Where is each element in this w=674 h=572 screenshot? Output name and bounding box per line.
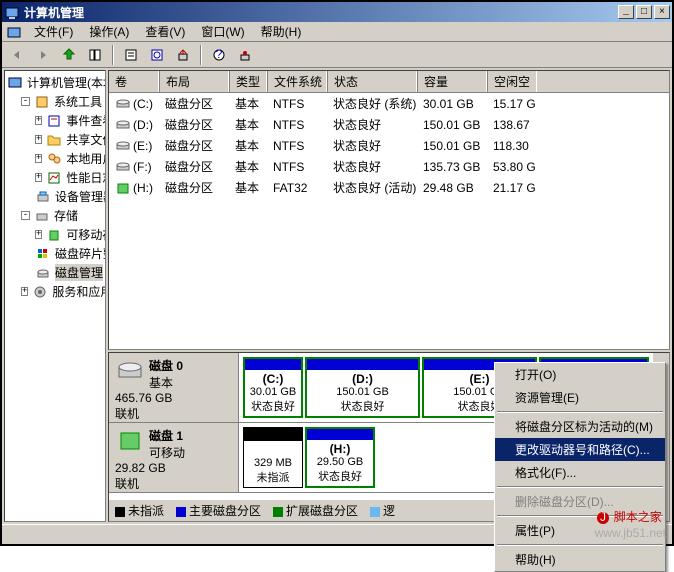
disk-info[interactable]: 磁盘 0基本465.76 GB联机	[109, 353, 239, 422]
titlebar: 计算机管理 _ □ ×	[2, 2, 672, 22]
col-freespace[interactable]: 空闲空	[487, 71, 537, 92]
settings-button[interactable]	[234, 44, 256, 66]
volume-row[interactable]: (F:)磁盘分区基本NTFS状态良好135.73 GB53.80 G	[109, 156, 669, 177]
menu-help[interactable]: 帮助(H)	[253, 21, 310, 42]
col-capacity[interactable]: 容量	[417, 71, 487, 92]
col-status[interactable]: 状态	[327, 71, 417, 92]
defrag-icon	[35, 246, 51, 262]
menu-window[interactable]: 窗口(W)	[193, 21, 252, 42]
perflog-icon	[46, 170, 62, 186]
tree-services[interactable]: + 服务和应用程序	[7, 282, 103, 301]
col-filesystem[interactable]: 文件系统	[267, 71, 327, 92]
minimize-button[interactable]: _	[618, 5, 634, 19]
tree-removable[interactable]: + 可移动存储	[7, 225, 103, 244]
cm-help[interactable]: 帮助(H)	[495, 548, 665, 571]
volume-row[interactable]: (D:)磁盘分区基本NTFS状态良好150.01 GB138.67	[109, 114, 669, 135]
tree-perflog[interactable]: + 性能日志和警报	[7, 168, 103, 187]
tree-diskmgmt[interactable]: 磁盘管理	[7, 263, 103, 282]
folder-icon	[46, 132, 62, 148]
back-button[interactable]	[6, 44, 28, 66]
tree-root[interactable]: 计算机管理(本地)	[7, 73, 103, 92]
menubar: 文件(F) 操作(A) 查看(V) 窗口(W) 帮助(H)	[2, 22, 672, 42]
col-volume[interactable]: 卷	[109, 71, 159, 92]
expand-icon[interactable]: +	[35, 154, 42, 163]
expand-icon[interactable]: +	[21, 287, 28, 296]
partition[interactable]: (D:)150.01 GB状态良好	[305, 357, 420, 418]
cm-explore[interactable]: 资源管理(E)	[495, 386, 665, 409]
partition[interactable]: (C:)30.01 GB状态良好	[243, 357, 303, 418]
tools-icon	[34, 94, 50, 110]
export-button[interactable]	[172, 44, 194, 66]
forward-button[interactable]	[32, 44, 54, 66]
tree-shared[interactable]: + 共享文件夹	[7, 130, 103, 149]
tree-eventviewer[interactable]: + 事件查看器	[7, 111, 103, 130]
expand-icon[interactable]: +	[35, 116, 42, 125]
properties-button[interactable]	[120, 44, 142, 66]
diskmgmt-icon	[35, 265, 51, 281]
tree-users[interactable]: + 本地用户和组	[7, 149, 103, 168]
navigation-tree[interactable]: 计算机管理(本地) - 系统工具 + 事件查看器 + 共享文件夹 + 本地用户和…	[4, 70, 106, 522]
volume-list-header: 卷 布局 类型 文件系统 状态 容量 空闲空	[109, 71, 669, 93]
refresh-button[interactable]	[146, 44, 168, 66]
col-layout[interactable]: 布局	[159, 71, 229, 92]
mmc-icon	[6, 24, 22, 40]
cm-mark-active[interactable]: 将磁盘分区标为活动的(M)	[495, 415, 665, 438]
tree-devmgr[interactable]: 设备管理器	[7, 187, 103, 206]
tree-systools[interactable]: - 系统工具	[7, 92, 103, 111]
col-type[interactable]: 类型	[229, 71, 267, 92]
tree-storage[interactable]: - 存储	[7, 206, 103, 225]
up-button[interactable]	[58, 44, 80, 66]
close-button[interactable]: ×	[654, 5, 670, 19]
maximize-button[interactable]: □	[636, 5, 652, 19]
expand-icon[interactable]: +	[35, 230, 42, 239]
users-icon	[46, 151, 62, 167]
cm-format[interactable]: 格式化(F)...	[495, 461, 665, 484]
app-icon	[4, 4, 20, 20]
cm-change-letter[interactable]: 更改驱动器号和路径(C)...	[495, 438, 665, 461]
volume-list[interactable]: 卷 布局 类型 文件系统 状态 容量 空闲空 (C:)磁盘分区基本NTFS状态良…	[108, 70, 670, 350]
menu-file[interactable]: 文件(F)	[26, 21, 81, 42]
device-icon	[35, 189, 51, 205]
storage-icon	[34, 208, 50, 224]
volume-row[interactable]: (E:)磁盘分区基本NTFS状态良好150.01 GB118.30	[109, 135, 669, 156]
tree-defrag[interactable]: 磁盘碎片整理程序	[7, 244, 103, 263]
computer-icon	[7, 75, 23, 91]
svg-text:J: J	[600, 510, 606, 524]
services-icon	[32, 284, 48, 300]
partition[interactable]: (H:)29.50 GB状态良好	[305, 427, 375, 488]
menu-view[interactable]: 查看(V)	[137, 21, 193, 42]
window-title: 计算机管理	[24, 4, 618, 21]
disk-info[interactable]: 磁盘 1可移动29.82 GB联机	[109, 423, 239, 492]
menu-action[interactable]: 操作(A)	[81, 21, 137, 42]
help-button[interactable]: ?	[208, 44, 230, 66]
expand-icon[interactable]: +	[35, 173, 42, 182]
cm-open[interactable]: 打开(O)	[495, 363, 665, 386]
collapse-icon[interactable]: -	[21, 211, 30, 220]
unallocated-space[interactable]: 329 MB未指派	[243, 427, 303, 488]
svg-text:?: ?	[216, 48, 223, 61]
collapse-icon[interactable]: -	[21, 97, 30, 106]
volume-row[interactable]: (H:)磁盘分区基本FAT32状态良好 (活动)29.48 GB21.17 G	[109, 177, 669, 198]
toolbar: ?	[2, 42, 672, 68]
removable-icon	[46, 227, 62, 243]
context-menu: 打开(O) 资源管理(E) 将磁盘分区标为活动的(M) 更改驱动器号和路径(C)…	[494, 362, 666, 572]
volume-row[interactable]: (C:)磁盘分区基本NTFS状态良好 (系统)30.01 GB15.17 G	[109, 93, 669, 114]
expand-icon[interactable]: +	[35, 135, 42, 144]
watermark: J 脚本之家 www.jb51.net	[595, 508, 666, 540]
show-hide-button[interactable]	[84, 44, 106, 66]
event-icon	[46, 113, 62, 129]
